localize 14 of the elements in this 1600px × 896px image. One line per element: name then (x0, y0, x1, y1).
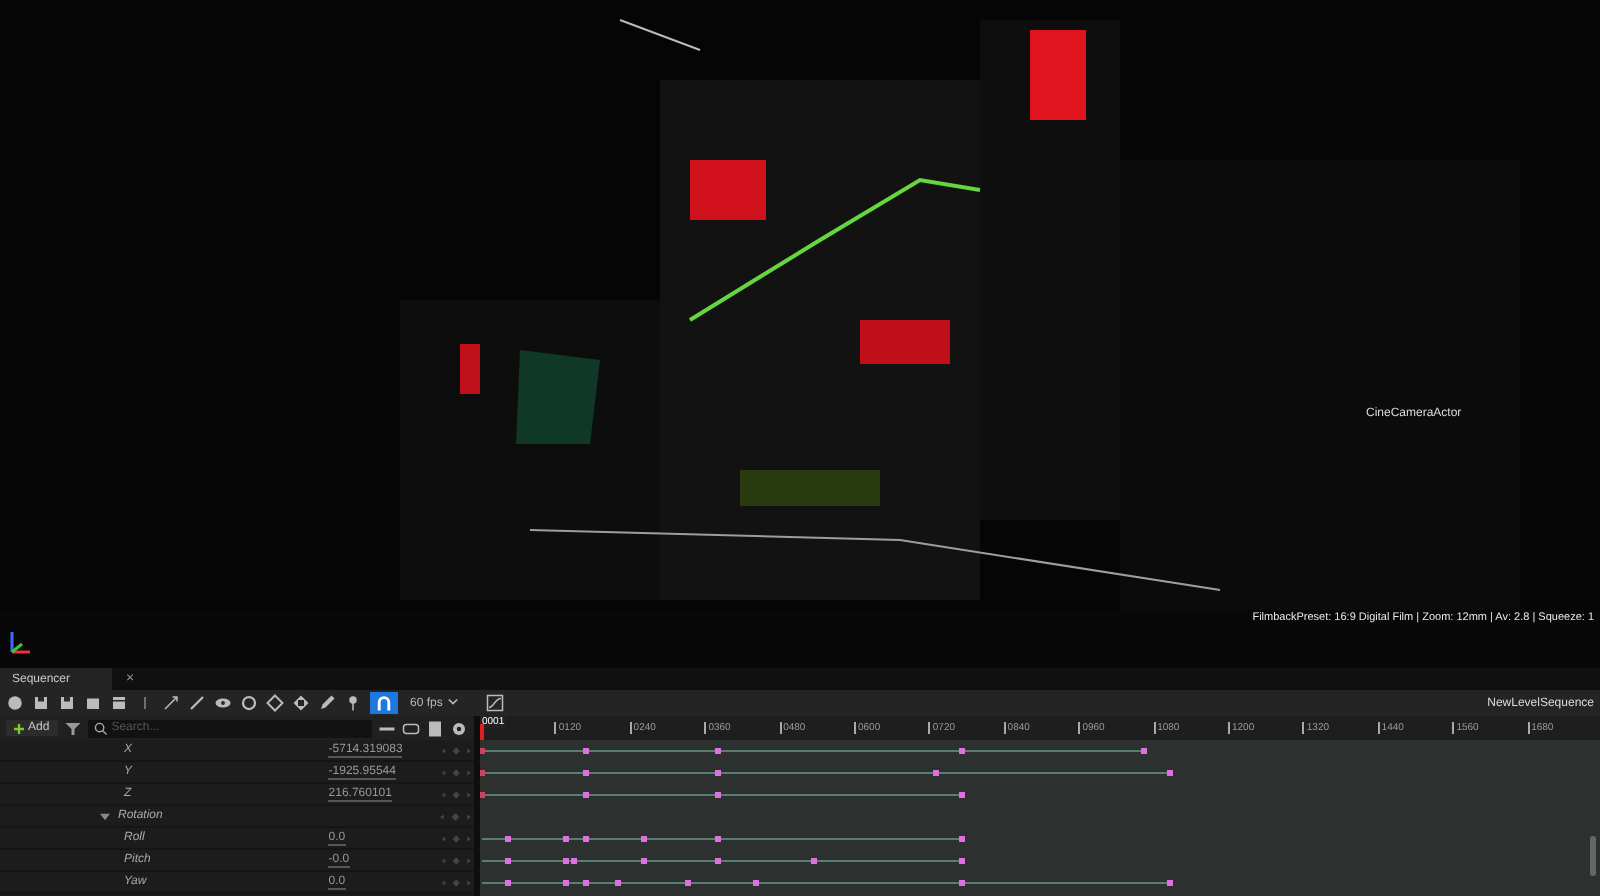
snap-button[interactable] (370, 692, 398, 714)
caret-icon (448, 697, 459, 705)
settings-icon[interactable] (450, 719, 468, 737)
pencil-icon[interactable] (318, 694, 336, 712)
move-icon[interactable] (292, 694, 310, 712)
curve-editor-icon[interactable] (486, 694, 505, 712)
eye-icon[interactable] (214, 694, 232, 712)
save-all-icon[interactable] (58, 694, 76, 712)
scrollbar[interactable] (1590, 836, 1596, 876)
plus-icon (14, 723, 24, 733)
diamond-icon[interactable] (266, 694, 284, 712)
expander-arrow[interactable] (100, 811, 110, 821)
pin-icon[interactable] (344, 694, 362, 712)
save-icon[interactable] (32, 694, 50, 712)
